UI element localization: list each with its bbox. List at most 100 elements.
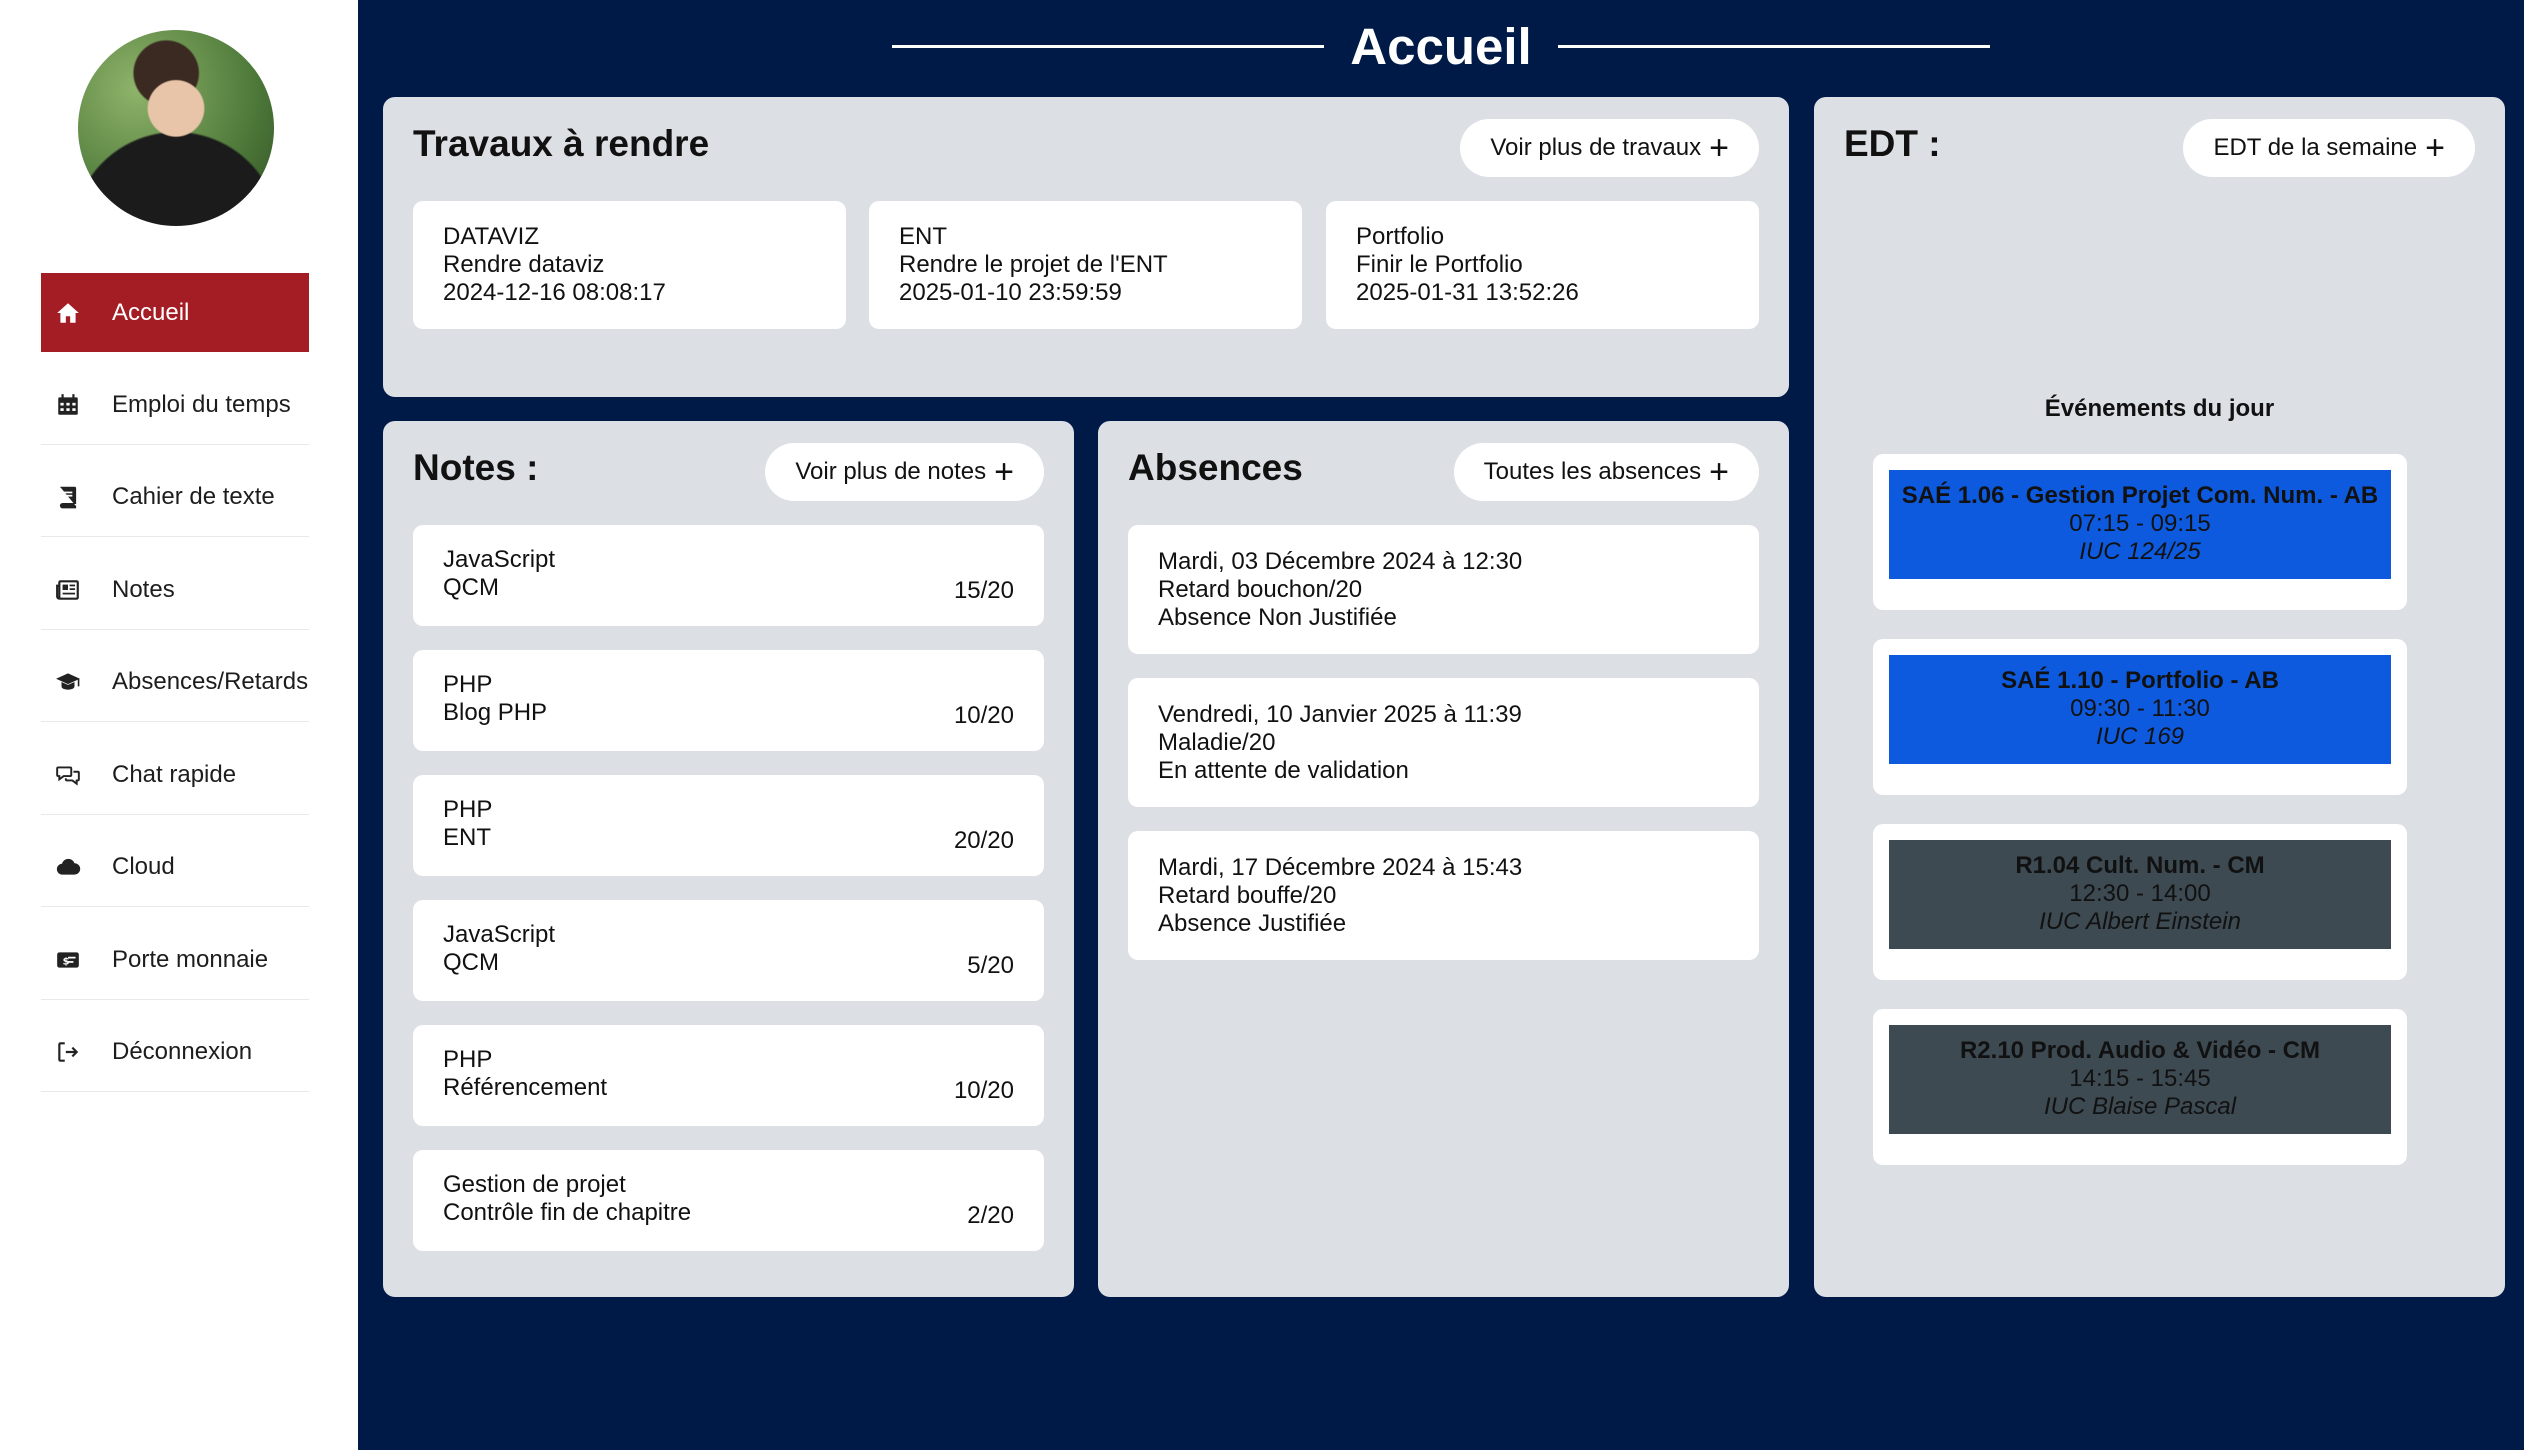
absences-title: Absences xyxy=(1128,447,1303,488)
note-grade: 2/20 xyxy=(967,1202,1014,1229)
note-label: QCM xyxy=(443,949,499,976)
travail-date: 2025-01-10 23:59:59 xyxy=(899,279,1122,306)
travail-subject: DATAVIZ xyxy=(443,223,539,250)
sidebar-item-chat-rapide[interactable]: Chat rapide xyxy=(41,736,309,815)
sidebar-item-emploi-du-temps[interactable]: Emploi du temps xyxy=(41,366,309,445)
note-card[interactable]: PHP Référencement 10/20 xyxy=(413,1025,1044,1126)
event-time: 12:30 - 14:00 xyxy=(2069,880,2211,907)
sidebar-item-cahier-de-texte[interactable]: Cahier de texte xyxy=(41,458,309,537)
travail-task: Finir le Portfolio xyxy=(1356,251,1523,278)
sidebar-item-label: Cahier de texte xyxy=(112,483,275,510)
note-grade: 20/20 xyxy=(953,827,1014,854)
note-subject: Gestion de projet xyxy=(443,1171,626,1198)
event-time: 14:15 - 15:45 xyxy=(2069,1065,2211,1092)
event-card[interactable]: R1.04 Cult. Num. - CM 12:30 - 14:00 IUC … xyxy=(1873,824,2407,980)
absence-status: En attente de validation xyxy=(1158,757,1409,784)
sidebar-item-label: Absences/Retards xyxy=(112,668,309,695)
page-title: Accueil xyxy=(1350,17,1532,75)
note-label: Référencement xyxy=(443,1074,608,1101)
note-card[interactable]: JavaScript QCM 15/20 xyxy=(413,525,1044,626)
notes-title: Notes : xyxy=(413,447,539,488)
note-subject: PHP xyxy=(443,1046,493,1073)
note-grade: 15/20 xyxy=(953,577,1014,604)
event-card[interactable]: SAÉ 1.06 - Gestion Projet Com. Num. - AB… xyxy=(1873,454,2407,610)
event-room: IUC 169 xyxy=(2095,723,2185,750)
cloud-icon xyxy=(53,852,83,882)
absence-date: Mardi, 17 Décembre 2024 à 15:43 xyxy=(1158,854,1523,881)
home-icon xyxy=(53,298,83,328)
event-card[interactable]: R2.10 Prod. Audio & Vidéo - CM 14:15 - 1… xyxy=(1873,1009,2407,1165)
more-travaux-button[interactable]: Voir plus de travaux + xyxy=(1460,119,1759,177)
event-title: SAÉ 1.06 - Gestion Projet Com. Num. - AB xyxy=(1901,482,2379,509)
note-subject: JavaScript xyxy=(443,921,556,948)
absence-status: Absence Non Justifiée xyxy=(1158,604,1397,631)
travail-task: Rendre le projet de l'ENT xyxy=(899,251,1168,278)
note-label: QCM xyxy=(443,574,499,601)
sidebar-item-notes[interactable]: Notes xyxy=(41,551,309,630)
sidebar-item-deconnexion[interactable]: Déconnexion xyxy=(41,1013,309,1092)
travaux-panel: Travaux à rendre Voir plus de travaux + … xyxy=(383,97,1789,397)
absence-card[interactable]: Mardi, 17 Décembre 2024 à 15:43 Retard b… xyxy=(1128,831,1759,960)
plus-icon: + xyxy=(2425,129,2445,167)
event-card[interactable]: SAÉ 1.10 - Portfolio - AB 09:30 - 11:30 … xyxy=(1873,639,2407,795)
note-label: Contrôle fin de chapitre xyxy=(443,1199,692,1226)
sidebar-item-label: Déconnexion xyxy=(112,1038,253,1065)
all-absences-label: Toutes les absences xyxy=(1483,458,1702,485)
event-block: SAÉ 1.10 - Portfolio - AB 09:30 - 11:30 … xyxy=(1889,655,2391,764)
travail-card[interactable]: ENT Rendre le projet de l'ENT 2025-01-10… xyxy=(869,201,1302,329)
event-title: SAÉ 1.10 - Portfolio - AB xyxy=(2001,667,2279,694)
event-block: SAÉ 1.06 - Gestion Projet Com. Num. - AB… xyxy=(1889,470,2391,579)
absence-reason: Maladie/20 xyxy=(1158,729,1276,756)
newspaper-icon xyxy=(53,575,83,605)
sidebar-item-porte-monnaie[interactable]: $ Porte monnaie xyxy=(41,921,309,1000)
absence-card[interactable]: Vendredi, 10 Janvier 2025 à 11:39 Maladi… xyxy=(1128,678,1759,807)
absence-status: Absence Justifiée xyxy=(1158,910,1347,937)
event-block: R1.04 Cult. Num. - CM 12:30 - 14:00 IUC … xyxy=(1889,840,2391,949)
sidebar-item-cloud[interactable]: Cloud xyxy=(41,828,309,907)
sidebar-item-label: Accueil xyxy=(112,298,190,326)
travail-card[interactable]: Portfolio Finir le Portfolio 2025-01-31 … xyxy=(1326,201,1759,329)
event-title: R1.04 Cult. Num. - CM xyxy=(2015,852,2265,879)
note-card[interactable]: JavaScript QCM 5/20 xyxy=(413,900,1044,1001)
header-divider-left xyxy=(892,44,1325,48)
sidebar: Accueil Emploi du temps Cahier de texte … xyxy=(0,0,358,1450)
graduation-cap-icon xyxy=(53,667,83,697)
note-card[interactable]: PHP Blog PHP 10/20 xyxy=(413,650,1044,751)
absences-panel: Absences Toutes les absences + Mardi, 03… xyxy=(1098,421,1789,1297)
chat-bubbles-icon xyxy=(53,760,83,790)
sidebar-item-accueil[interactable]: Accueil xyxy=(41,273,309,352)
calendar-icon xyxy=(53,390,83,420)
sidebar-item-label: Porte monnaie xyxy=(112,945,269,973)
plus-icon: + xyxy=(1709,453,1729,491)
travail-card[interactable]: DATAVIZ Rendre dataviz 2024-12-16 08:08:… xyxy=(413,201,846,329)
absence-date: Vendredi, 10 Janvier 2025 à 11:39 xyxy=(1158,701,1522,728)
note-grade: 5/20 xyxy=(967,952,1014,979)
sidebar-item-absences-retards[interactable]: Absences/Retards xyxy=(41,643,309,722)
sidebar-item-label: Cloud xyxy=(112,853,175,880)
travail-subject: Portfolio xyxy=(1356,223,1445,250)
all-absences-button[interactable]: Toutes les absences + xyxy=(1453,443,1759,501)
note-grade: 10/20 xyxy=(953,702,1014,729)
more-notes-label: Voir plus de notes xyxy=(795,458,987,485)
plus-icon: + xyxy=(994,453,1014,491)
edt-week-label: EDT de la semaine xyxy=(2213,134,2418,161)
event-title: R2.10 Prod. Audio & Vidéo - CM xyxy=(1959,1037,2321,1064)
absence-reason: Retard bouchon/20 xyxy=(1158,576,1363,603)
event-room: IUC Blaise Pascal xyxy=(2043,1093,2237,1120)
edt-week-button[interactable]: EDT de la semaine + xyxy=(2183,119,2475,177)
event-block: R2.10 Prod. Audio & Vidéo - CM 14:15 - 1… xyxy=(1889,1025,2391,1134)
note-grade: 10/20 xyxy=(953,1077,1014,1104)
more-notes-button[interactable]: Voir plus de notes + xyxy=(765,443,1044,501)
note-card[interactable]: PHP ENT 20/20 xyxy=(413,775,1044,876)
note-subject: PHP xyxy=(443,796,493,823)
absence-card[interactable]: Mardi, 03 Décembre 2024 à 12:30 Retard b… xyxy=(1128,525,1759,654)
sidebar-item-label: Emploi du temps xyxy=(112,390,291,418)
note-card[interactable]: Gestion de projet Contrôle fin de chapit… xyxy=(413,1150,1044,1251)
travail-date: 2024-12-16 08:08:17 xyxy=(443,279,666,306)
sidebar-item-label: Chat rapide xyxy=(112,760,237,788)
absence-date: Mardi, 03 Décembre 2024 à 12:30 xyxy=(1158,548,1523,575)
note-subject: JavaScript xyxy=(443,546,556,573)
note-subject: PHP xyxy=(443,671,493,698)
note-label: Blog PHP xyxy=(443,699,548,726)
avatar[interactable] xyxy=(78,30,274,226)
